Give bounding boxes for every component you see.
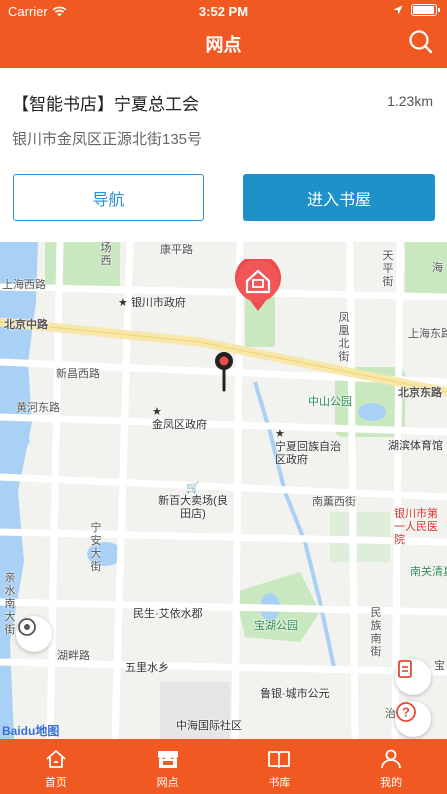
map-label-jinfeng-gov: ★ 金凤区政府 (152, 406, 207, 432)
tab-bar: 首页 网点 书库 我的 (0, 739, 447, 794)
page-title: 网点 (205, 35, 242, 55)
help-icon: ? (396, 702, 416, 722)
tab-library-label: 书库 (268, 777, 291, 789)
bookstore-marker[interactable] (231, 259, 285, 313)
shopping-icon: 🛒 (186, 482, 200, 494)
book-icon (268, 751, 291, 768)
tab-home-label: 首页 (44, 777, 67, 789)
location-arrow-icon (393, 5, 403, 15)
map-label-ningan: 宁安大街 (90, 522, 102, 573)
store-name: 【智能书店】宁夏总工会 (12, 95, 199, 114)
map-label-xinbai-text: 新百大卖场(良田店) (158, 495, 228, 520)
store-icon (157, 751, 178, 768)
locate-icon (18, 618, 36, 636)
map-label-yinchuan-gov: ★ 银川市政府 (118, 297, 186, 310)
search-icon (409, 30, 433, 54)
baidu-map-logo: Baidu地图 (2, 724, 60, 738)
map-label-shanghai-e: 上海东路 (408, 328, 447, 340)
bookstore-pin-icon (235, 259, 281, 311)
feedback-button[interactable] (395, 659, 431, 695)
map-label-qinxiu: 亲水南大街 (4, 572, 16, 636)
home-icon (46, 750, 66, 768)
enter-store-button[interactable]: 进入书屋 (243, 174, 435, 221)
tab-library[interactable]: 书库 (224, 739, 336, 794)
map-label-luyin: 鲁银·城市公元 (260, 688, 330, 700)
current-location-marker (213, 350, 235, 392)
map-label-yinchuan-gov-text: 银川市政府 (130, 297, 186, 309)
locate-button[interactable] (16, 616, 52, 652)
svg-text:?: ? (402, 705, 410, 720)
tab-profile[interactable]: 我的 (335, 739, 447, 794)
map-label-nanxun-w: 南薰西街 (312, 496, 356, 508)
map-label-minzu-s: 民族南街 (370, 607, 382, 658)
map-label-hupan: 湖畔路 (57, 650, 90, 662)
tab-outlets-label: 网点 (156, 777, 179, 789)
battery-icon (411, 4, 440, 16)
map-label-beijing-e: 北京东路 (398, 387, 442, 399)
map-label-xinbai: 🛒 新百大卖场(良田店) (158, 482, 228, 521)
map-label-xiangchang: 场西 (100, 242, 112, 267)
map-label-hospital: 银川市第一人民医院 (394, 508, 438, 546)
map-label-zhonghai: 中海国际社区 (176, 720, 242, 732)
map-label-jinfeng-gov-text: 金凤区政府 (152, 419, 207, 431)
government-icon: ★ (152, 406, 162, 418)
navigate-button[interactable]: 导航 (13, 174, 204, 221)
status-right (393, 4, 440, 16)
tab-profile-label: 我的 (380, 777, 403, 789)
help-button[interactable]: ? (395, 701, 431, 737)
map-view[interactable]: 康平路 场西 上海西路 ★ 银川市政府 北京中路 新昌西路 凤凰北街 天平街 上… (0, 242, 447, 739)
map-label-xinchang-w: 新昌西路 (56, 368, 100, 380)
map-label-huanghe-e: 黄河东路 (16, 402, 60, 414)
top-bar: Carrier 3:52 PM 网点 (0, 0, 447, 68)
map-label-baohu-park: 宝湖公园 (254, 620, 298, 632)
map-label-ningxia-gov-text: 宁夏回族自治区政府 (275, 441, 341, 466)
map-label-fenghuang-n: 凤凰北街 (338, 312, 350, 363)
map-label-shanghai-w: 上海西路 (2, 279, 46, 291)
map-label-zhongshan-park: 中山公园 (308, 396, 352, 408)
map-label-wuli: 五里水乡 (125, 662, 169, 674)
map-label-minsheng: 民生·艾依水郡 (133, 608, 203, 620)
government-icon: ★ (118, 297, 128, 309)
location-pin-icon (215, 352, 233, 392)
document-icon (398, 660, 412, 678)
tab-home[interactable]: 首页 (0, 739, 112, 794)
store-distance: 1.23km (387, 93, 433, 109)
status-bar: Carrier 3:52 PM (0, 0, 447, 24)
store-card: 【智能书店】宁夏总工会 1.23km 银川市金凤区正源北街135号 导航 进入书… (0, 68, 447, 242)
map-label-tianping: 天平街 (382, 250, 394, 288)
map-label-bao: 宝 (434, 660, 445, 672)
store-address: 银川市金凤区正源北街135号 (12, 131, 203, 148)
map-label-ningxia-gov: ★ 宁夏回族自治区政府 (275, 428, 345, 467)
map-label-nanguan: 南关清真 (410, 566, 447, 578)
map-label-hubin-stadium: 湖滨体育馆 (388, 440, 443, 452)
user-icon (381, 749, 402, 769)
map-label-kangping: 康平路 (160, 244, 193, 256)
map-label-beijing-mid: 北京中路 (4, 319, 48, 331)
tab-outlets[interactable]: 网点 (112, 739, 224, 794)
search-button[interactable] (407, 28, 435, 56)
map-label-hai: 海 (432, 262, 443, 274)
government-icon: ★ (275, 428, 285, 440)
status-time: 3:52 PM (198, 4, 249, 19)
